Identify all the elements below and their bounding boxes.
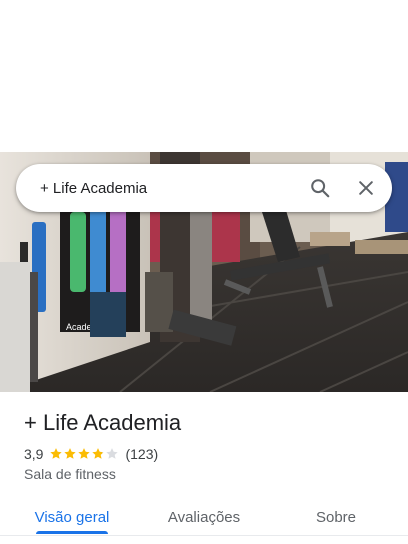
star-icon <box>78 448 91 459</box>
map-area-blank <box>0 0 408 152</box>
place-title: + Life Academia <box>24 410 182 435</box>
place-category[interactable]: Sala de fitness <box>24 466 116 482</box>
star-icon <box>106 448 119 459</box>
search-input[interactable]: + Life Academia <box>40 180 300 197</box>
tab-reviews[interactable]: Avaliações <box>132 496 276 538</box>
tab-about[interactable]: Sobre <box>264 496 408 538</box>
star-icon <box>64 448 77 459</box>
star-rating <box>49 447 119 461</box>
rating-row[interactable]: 3,9 (123) <box>24 445 158 463</box>
search-icon[interactable] <box>300 168 340 208</box>
search-bar[interactable]: + Life Academia <box>16 164 392 212</box>
close-icon[interactable] <box>346 168 386 208</box>
star-icon <box>50 448 63 459</box>
tabs-divider <box>0 535 408 536</box>
star-icon <box>92 448 105 459</box>
place-info-panel: + Life Academia 3,9 (123) Sala de fitnes… <box>0 392 408 544</box>
active-tab-indicator <box>36 531 108 534</box>
review-count[interactable]: (123) <box>125 446 158 462</box>
rating-value: 3,9 <box>24 446 44 462</box>
